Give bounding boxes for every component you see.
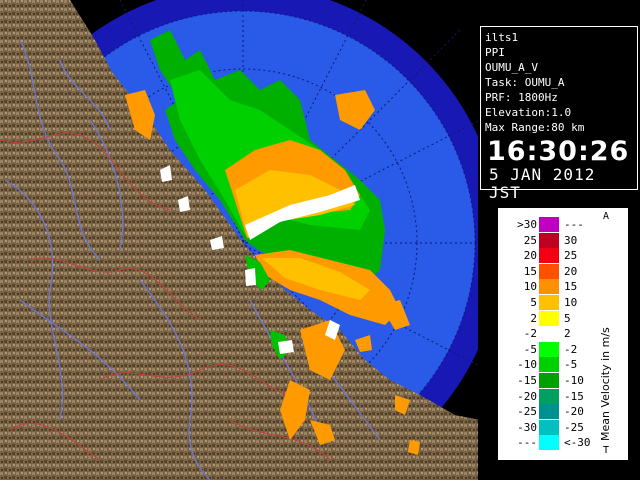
legend-row-lower: 15 [523, 264, 537, 278]
legend-row-lower: >30 [517, 218, 537, 231]
legend-row-upper: 30 [564, 233, 578, 247]
radar-display: ilts1 PPI OUMU_A_V Task: OUMU_A PRF: 180… [0, 0, 640, 480]
legend-row-upper: -5 [564, 358, 578, 372]
legend-row-lower: 5 [530, 296, 537, 309]
legend-row: 20 25 [499, 248, 599, 264]
legend-row: 25 [499, 310, 599, 326]
legend-row-lower: -15 [517, 374, 537, 387]
legend-swatch [539, 404, 559, 420]
legend-swatch [539, 341, 559, 357]
legend-row: -5 -2 [499, 341, 599, 357]
elevation-value: Elevation:1.0 [485, 106, 572, 119]
task-name: Task: OUMU_A [485, 76, 565, 89]
radar-ppi-map[interactable] [0, 0, 480, 480]
legend-row-lower: --- [517, 436, 537, 450]
legend-swatch [539, 388, 559, 404]
legend-row-upper: -25 [564, 420, 584, 434]
legend-swatch [539, 357, 559, 373]
legend-row: -15 -10 [499, 373, 599, 388]
legend-row-upper: <-30 [564, 436, 591, 450]
prf-value: PRF: 1800Hz [485, 91, 558, 104]
legend-row: >30 --- [499, 217, 599, 232]
legend-row: 15 20 [499, 263, 599, 279]
legend-swatch [539, 217, 559, 232]
legend-row-upper: -15 [564, 389, 584, 403]
scan-time: 16:30:26 [487, 136, 630, 167]
legend-row-lower: -20 [517, 389, 537, 403]
legend-swatch [539, 279, 559, 295]
legend-row-upper: 15 [564, 280, 578, 294]
legend-row: 25 30 [499, 232, 599, 248]
legend-swatch [539, 248, 559, 264]
legend-row-lower: -25 [517, 405, 537, 419]
legend-row: 5 10 [499, 295, 599, 310]
velocity-color-legend: A >30 --- 25 30 20 25 15 20 10 15 5 10 2 5 -2 2 -5 -2 -10-… [498, 208, 628, 460]
legend-row: --- <-30 [499, 435, 599, 451]
max-range-value: Max Range:80 km [485, 121, 585, 134]
legend-row-lower: 2 [530, 311, 537, 325]
legend-swatch [539, 295, 559, 310]
legend-row-upper: 10 [564, 296, 578, 309]
legend-swatch [539, 419, 559, 435]
legend-row-lower: -30 [517, 420, 537, 434]
scan-date: 5 JAN 2012 JST [489, 165, 596, 202]
legend-row: -10 -5 [499, 357, 599, 373]
legend-row: -30 -25 [499, 419, 599, 435]
legend-row-lower: 25 [523, 233, 537, 247]
legend-row-upper: 2 [564, 327, 571, 341]
scan-info-panel: ilts1 PPI OUMU_A_V Task: OUMU_A PRF: 180… [480, 26, 638, 202]
legend-corner-a: A [603, 211, 610, 222]
legend-swatch [539, 435, 559, 451]
legend-swatch [539, 263, 559, 279]
legend-row-lower: 10 [523, 280, 537, 294]
legend-row-upper: -2 [564, 342, 578, 356]
legend-swatch [539, 310, 559, 326]
legend-corner-t: T [603, 445, 610, 456]
legend-row-lower: 20 [523, 249, 537, 263]
legend-row-upper: 25 [564, 249, 578, 263]
product-name: OUMU_A_V [485, 61, 538, 74]
legend-row: -25 -20 [499, 404, 599, 420]
legend-row-upper: 5 [564, 311, 571, 325]
legend-row-upper: 20 [564, 264, 578, 278]
legend-row-upper: -10 [564, 374, 584, 387]
legend-row-upper: --- [564, 218, 584, 231]
legend-row: 10 15 [499, 279, 599, 295]
legend-swatch [539, 373, 559, 388]
legend-swatch [539, 232, 559, 248]
legend-row-lower: -10 [517, 358, 537, 372]
scan-type: PPI [485, 46, 505, 59]
legend-row-lower: -2 [523, 327, 537, 341]
legend-row: -2 2 [499, 326, 599, 342]
legend-row: -20 -15 [499, 388, 599, 404]
legend-row-lower: -5 [523, 342, 537, 356]
legend-row-upper: -20 [564, 405, 584, 419]
legend-swatch [539, 326, 559, 342]
legend-title: Mean Velocity in m/s [599, 327, 612, 441]
site-name: ilts1 [485, 31, 519, 44]
